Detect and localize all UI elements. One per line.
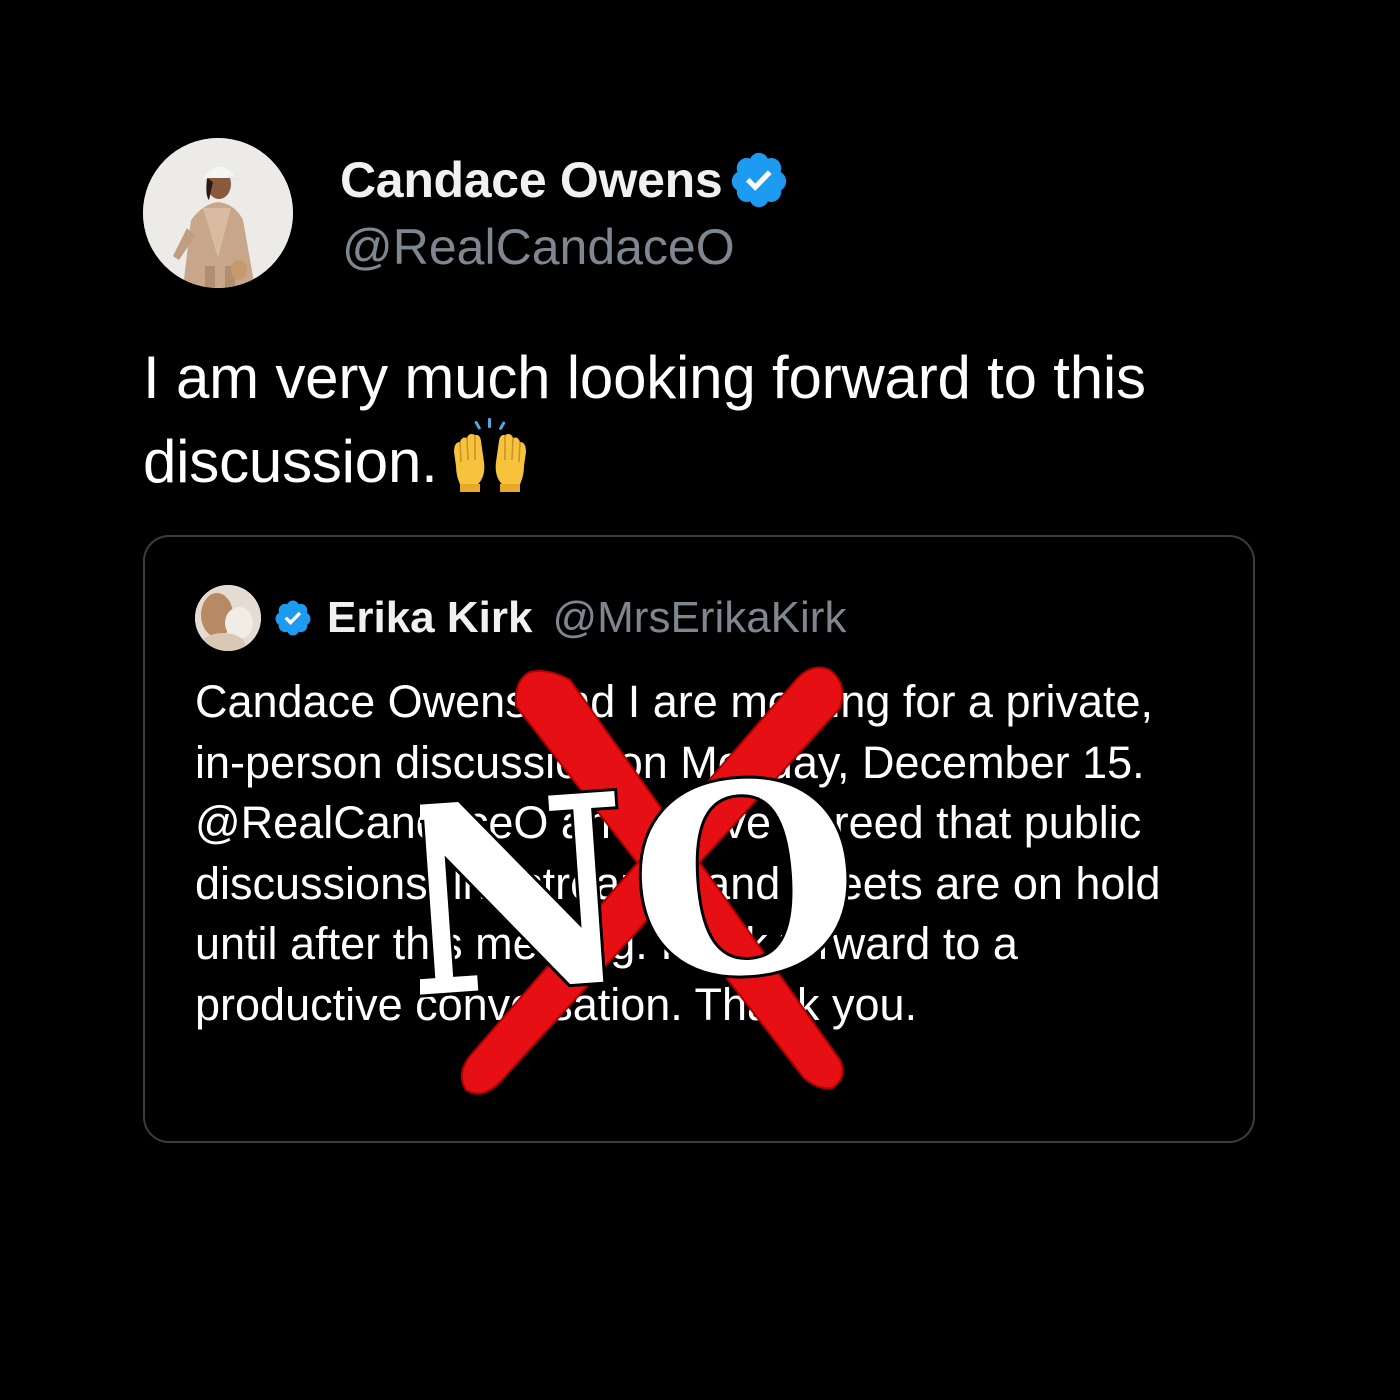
erika-kirk-avatar[interactable] [195,585,261,651]
quoted-tweet-text: Candace Owens and I are meeting for a pr… [195,676,1161,1030]
tweet-body: I am very much looking forward to this d… [143,344,1146,495]
quoted-tweet-card[interactable]: Erika Kirk @MrsErikaKirk Candace Owens a… [143,535,1255,1143]
main-tweet: Candace Owens @RealCandaceO I am very mu… [0,0,1400,1400]
author-name-row: Candace Owens [340,150,790,210]
verified-badge-icon [273,598,313,638]
quoted-author-handle[interactable]: @MrsErikaKirk [552,593,846,643]
quoted-tweet-header: Erika Kirk @MrsErikaKirk [195,585,846,651]
verified-badge-icon [728,149,790,211]
candace-owens-avatar[interactable] [143,138,293,288]
quoted-author-name[interactable]: Erika Kirk [327,593,532,643]
raised-hands-icon [448,416,532,492]
tweet-text: I am very much looking forward to this d… [143,340,1293,500]
author-handle[interactable]: @RealCandaceO [342,218,735,276]
author-name[interactable]: Candace Owens [340,151,723,209]
